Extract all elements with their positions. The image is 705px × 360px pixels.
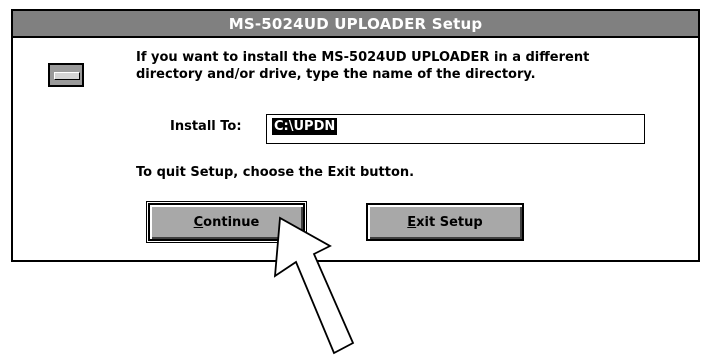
window-title: MS-5024UD UPLOADER Setup xyxy=(228,14,483,33)
install-path-value[interactable]: C:\UPDN xyxy=(272,118,338,135)
title-bar[interactable]: MS-5024UD UPLOADER Setup xyxy=(13,11,698,38)
continue-label: ontinue xyxy=(203,214,260,230)
system-menu-bar xyxy=(54,72,80,80)
exit-label: xit Setup xyxy=(416,214,483,230)
continue-button[interactable]: Continue xyxy=(146,201,307,243)
instruction-message: If you want to install the MS-5024UD UPL… xyxy=(136,49,589,83)
continue-mnemonic: C xyxy=(193,214,204,230)
instruction-line-1: If you want to install the MS-5024UD UPL… xyxy=(136,50,590,65)
quit-instruction: To quit Setup, choose the Exit button. xyxy=(136,165,415,180)
exit-mnemonic: E xyxy=(407,214,417,230)
setup-dialog: MS-5024UD UPLOADER Setup If you want to … xyxy=(11,9,700,262)
instruction-line-2: directory and/or drive, type the name of… xyxy=(136,67,536,82)
install-to-label: Install To: xyxy=(170,119,242,134)
install-path-input[interactable]: C:\UPDN xyxy=(266,114,645,144)
exit-setup-button[interactable]: Exit Setup xyxy=(366,203,524,241)
system-menu-icon[interactable] xyxy=(48,63,84,87)
